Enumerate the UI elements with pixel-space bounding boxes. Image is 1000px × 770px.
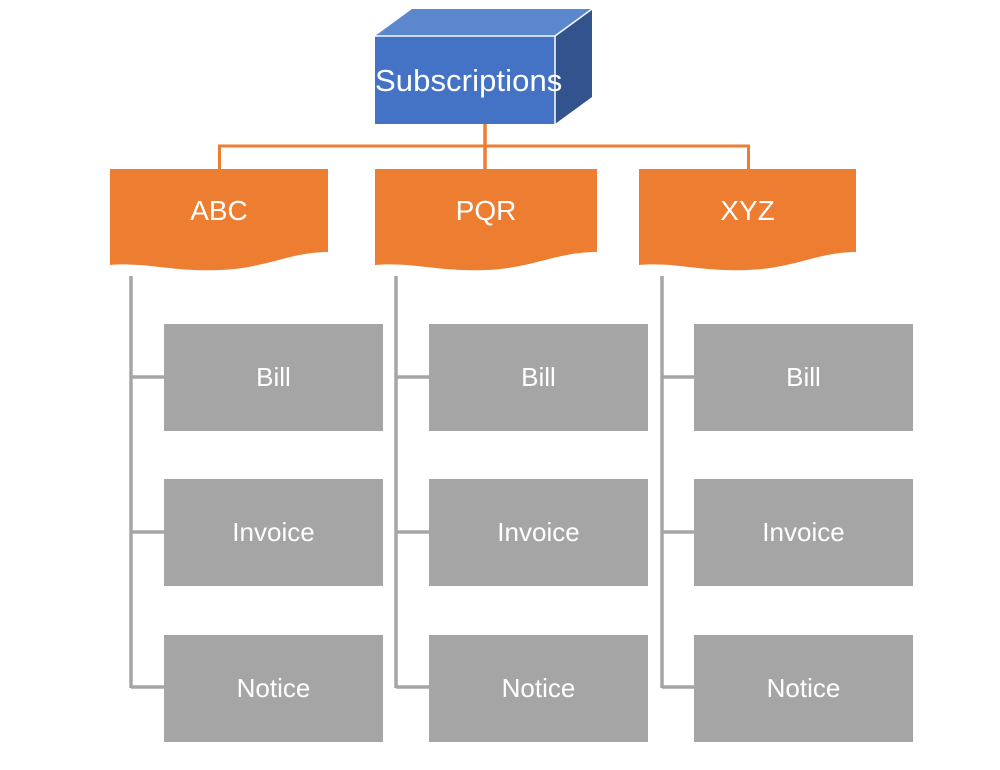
leaf-box-xyz-invoice[interactable] <box>694 479 913 586</box>
hierarchy-diagram <box>110 8 913 742</box>
root-box-front-face <box>375 36 555 124</box>
branch-node-abc-shape[interactable] <box>110 169 328 271</box>
root-node-shape[interactable] <box>375 8 593 124</box>
leaf-box-xyz-notice[interactable] <box>694 635 913 742</box>
level2-connectors-pqr <box>394 276 429 689</box>
diagram-canvas: Subscriptions ABC PQR XYZ Bill Invoice N… <box>0 0 1000 770</box>
level1-connectors <box>218 124 750 170</box>
level2-connectors-abc <box>129 276 164 689</box>
leaf-box-pqr-bill[interactable] <box>429 324 648 431</box>
leaf-box-abc-bill[interactable] <box>164 324 383 431</box>
branch-node-pqr-shape[interactable] <box>375 169 597 271</box>
leaf-box-pqr-notice[interactable] <box>429 635 648 742</box>
leaf-nodes-xyz <box>694 324 913 742</box>
branch-node-xyz-shape[interactable] <box>639 169 856 271</box>
leaf-box-abc-invoice[interactable] <box>164 479 383 586</box>
leaf-box-xyz-bill[interactable] <box>694 324 913 431</box>
wave-banner-xyz <box>639 169 856 271</box>
leaf-nodes-pqr <box>429 324 648 742</box>
wave-banner-pqr <box>375 169 597 271</box>
leaf-nodes-abc <box>164 324 383 742</box>
level2-connectors-xyz <box>660 276 694 689</box>
leaf-box-pqr-invoice[interactable] <box>429 479 648 586</box>
wave-banner-abc <box>110 169 328 271</box>
leaf-box-abc-notice[interactable] <box>164 635 383 742</box>
